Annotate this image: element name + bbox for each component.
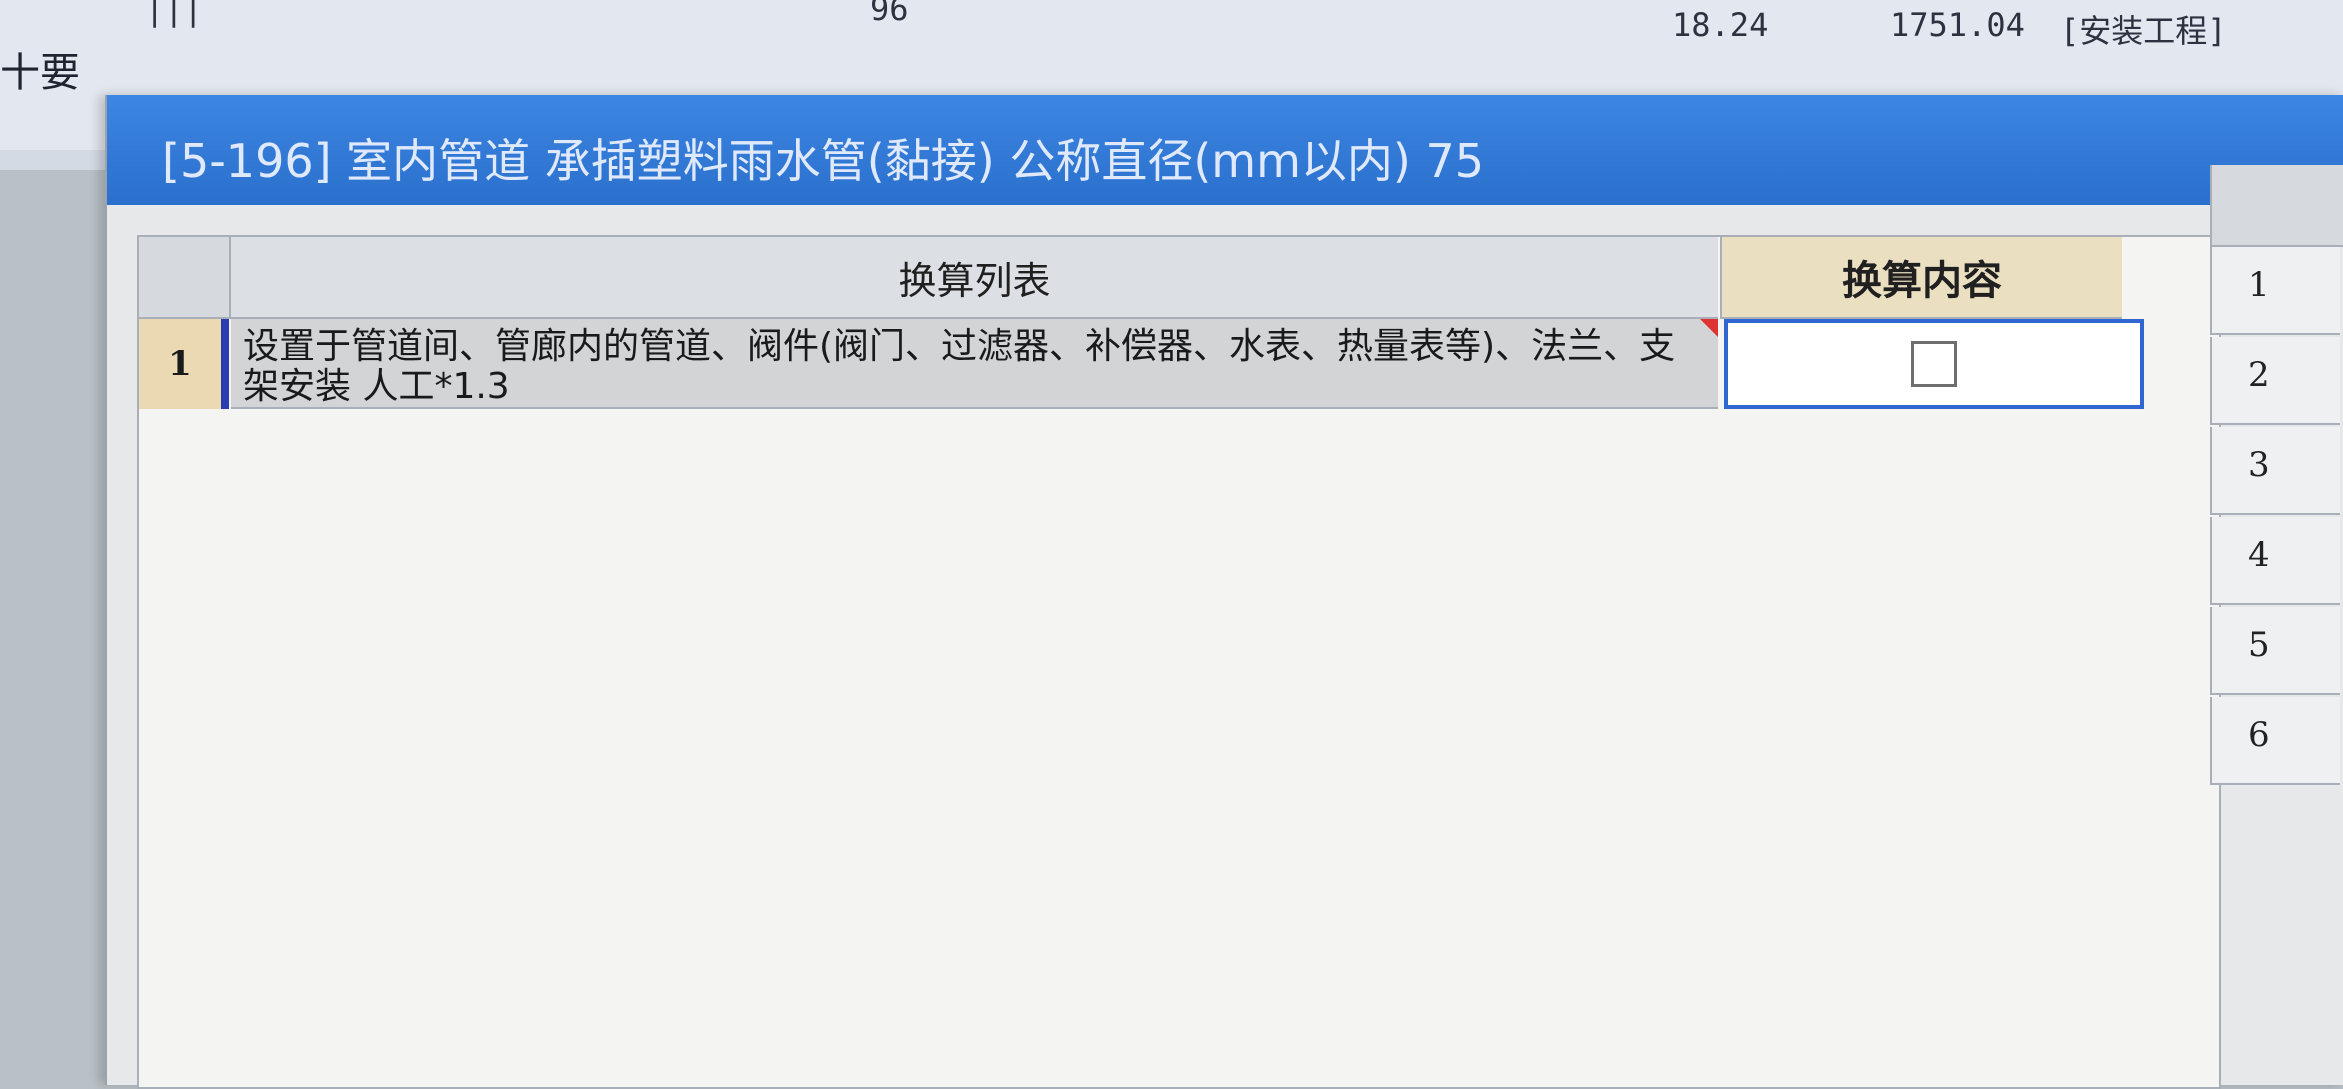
bg-value-price: 18.24	[1672, 6, 1769, 44]
comment-marker-icon	[1700, 319, 1718, 337]
conversion-content-cell[interactable]	[1724, 319, 2144, 409]
list-item[interactable]: 4	[2210, 517, 2340, 605]
side-list-header	[2210, 165, 2343, 247]
conversion-item-text: 设置于管道间、管廊内的管道、阀件(阀门、过滤器、补偿器、水表、热量表等)、法兰、…	[243, 326, 1676, 407]
conversion-table: 换算列表 换算内容 1 设置于管道间、管廊内的管道、阀件(阀门、过滤器、补偿器、…	[137, 235, 2221, 1089]
list-item[interactable]: 1	[2210, 247, 2340, 335]
bg-row-marker: |||	[145, 0, 203, 28]
table-corner-header	[139, 237, 231, 319]
bg-value-total: 1751.04	[1890, 6, 2025, 44]
bg-value-qty: 96	[870, 0, 909, 28]
column-header-conversion-list[interactable]: 换算列表	[231, 237, 1718, 319]
list-item[interactable]: 6	[2210, 697, 2340, 785]
column-header-conversion-content[interactable]: 换算内容	[1720, 237, 2122, 319]
dialog-title: [5-196] 室内管道 承插塑料雨水管(黏接) 公称直径(mm以内) 75	[162, 134, 1484, 188]
list-item[interactable]: 2	[2210, 337, 2340, 425]
bg-value-category: [安装工程]	[2060, 12, 2227, 50]
bg-left-label: 十要	[0, 50, 80, 96]
conversion-dialog: [5-196] 室内管道 承插塑料雨水管(黏接) 公称直径(mm以内) 75 换…	[105, 95, 2343, 1089]
list-item[interactable]: 5	[2210, 607, 2340, 695]
row-index[interactable]: 1	[139, 319, 229, 409]
table-row-text[interactable]: 设置于管道间、管廊内的管道、阀件(阀门、过滤器、补偿器、水表、热量表等)、法兰、…	[231, 319, 1718, 409]
conversion-checkbox[interactable]	[1911, 341, 1957, 387]
dialog-titlebar[interactable]: [5-196] 室内管道 承插塑料雨水管(黏接) 公称直径(mm以内) 75	[107, 95, 2343, 205]
side-numbered-list: 1 2 3 4 5 6	[2210, 165, 2343, 1065]
list-item[interactable]: 3	[2210, 427, 2340, 515]
